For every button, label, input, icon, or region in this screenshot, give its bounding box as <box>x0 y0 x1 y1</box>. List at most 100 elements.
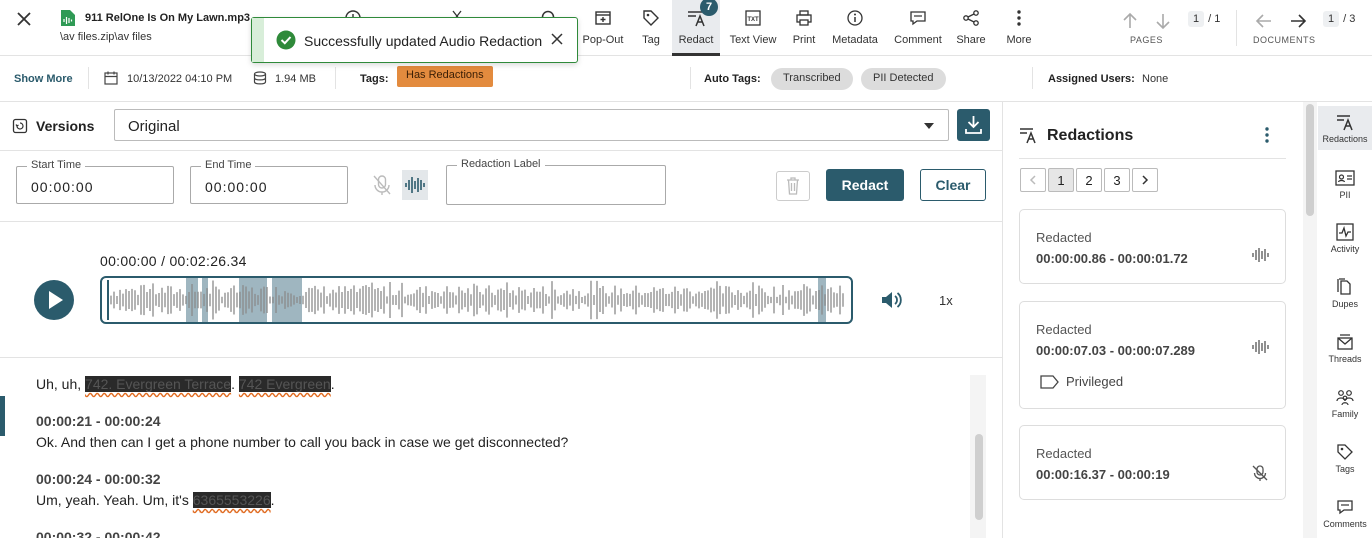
comment-button[interactable]: Comment <box>891 6 945 52</box>
chevron-right-icon <box>1142 175 1149 185</box>
start-time-field[interactable]: Start Time 00:00:00 <box>16 159 174 204</box>
popout-button[interactable]: Pop-Out <box>581 6 625 52</box>
sidebar-item-label: Comments <box>1323 519 1367 529</box>
playback-speed[interactable]: 1x <box>939 293 953 308</box>
sidebar-item-dupes[interactable]: Dupes <box>1318 275 1372 309</box>
redact-icon <box>1019 125 1037 145</box>
redact-submit-button[interactable]: Redact <box>826 169 904 201</box>
page-current[interactable]: 1 <box>1188 11 1205 27</box>
metadata-button[interactable]: Metadata <box>829 6 881 52</box>
transcript-timestamp[interactable]: 00:00:32 - 00:00:42 <box>36 529 161 538</box>
audio-wave-icon <box>1251 338 1269 356</box>
end-time-field[interactable]: End Time 00:00:00 <box>190 159 348 204</box>
sidebar-item-pii[interactable]: PII <box>1318 166 1372 200</box>
page-total: / 1 <box>1208 13 1221 25</box>
page-counter: 1 / 1 <box>1188 11 1220 27</box>
delete-button[interactable] <box>776 171 810 201</box>
svg-text:TXT: TXT <box>747 17 759 23</box>
version-select[interactable]: Original <box>114 109 949 141</box>
audio-file-icon <box>60 9 76 27</box>
page-prev-icon[interactable] <box>1119 10 1141 32</box>
text-view-button[interactable]: TXT Text View <box>726 6 780 52</box>
redact-button[interactable]: Redact 7 <box>672 0 720 56</box>
redaction-card-title: Redacted <box>1036 446 1092 461</box>
sidebar-item-comments[interactable]: Comments <box>1318 495 1372 529</box>
mail-thread-icon <box>1336 330 1354 354</box>
label-tag-icon <box>1040 374 1059 389</box>
document-prev-icon[interactable] <box>1253 10 1275 32</box>
redaction-card-title: Redacted <box>1036 230 1092 245</box>
pagination-page[interactable]: 2 <box>1076 168 1102 192</box>
versions-icon <box>12 118 28 134</box>
sidebar-item-family[interactable]: Family <box>1318 385 1372 419</box>
volume-icon[interactable] <box>880 289 904 311</box>
transcript: Uh, uh, 742. Evergreen Terrace. 742 Ever… <box>0 358 1002 538</box>
show-more-link[interactable]: Show More <box>14 73 73 85</box>
share-button[interactable]: Share <box>954 6 988 52</box>
redacted-text[interactable]: 6365553226 <box>192 492 271 508</box>
sidebar-item-label: Redactions <box>1322 134 1368 144</box>
toast-message: Successfully updated Audio Redaction <box>304 33 543 49</box>
download-button[interactable] <box>957 109 990 141</box>
divider <box>335 67 336 89</box>
redaction-card[interactable]: Redacted 00:00:00.86 - 00:00:01.72 <box>1019 209 1286 284</box>
transcript-scrollbar-thumb[interactable] <box>975 434 983 520</box>
page-next-icon[interactable] <box>1152 10 1174 32</box>
file-name: 911 RelOne Is On My Lawn.mp3 <box>85 12 251 24</box>
transcript-timestamp[interactable]: 00:00:24 - 00:00:32 <box>36 471 161 487</box>
sidebar-item-label: Dupes <box>1331 299 1358 309</box>
redacted-text[interactable]: 742. Evergreen Terrace <box>85 376 232 392</box>
audio-wave-icon <box>405 177 425 193</box>
sidebar-item-tags[interactable]: Tags <box>1318 440 1372 474</box>
transcript-timestamp[interactable]: 00:00:21 - 00:00:24 <box>36 413 161 429</box>
redaction-card-range: 00:00:07.03 - 00:00:07.289 <box>1036 343 1196 358</box>
sidebar-item-activity[interactable]: Activity <box>1318 220 1372 254</box>
transcript-text: . <box>270 492 275 508</box>
pagination-next[interactable] <box>1132 168 1158 192</box>
pagination-page[interactable]: 1 <box>1048 168 1074 192</box>
sidebar-item-threads[interactable]: Threads <box>1318 330 1372 364</box>
print-button[interactable]: Print <box>788 6 820 52</box>
toast-close-icon[interactable] <box>549 31 565 47</box>
document-counter: 1 / 3 <box>1323 11 1355 27</box>
file-size: 1.94 MB <box>275 73 316 85</box>
close-icon[interactable] <box>14 9 34 29</box>
tone-redaction-toggle[interactable] <box>402 170 428 200</box>
pagination-prev[interactable] <box>1020 168 1046 192</box>
clear-button[interactable]: Clear <box>920 169 986 201</box>
sidebar-item-label: Family <box>1331 409 1359 419</box>
popout-label: Pop-Out <box>582 34 624 46</box>
tag-badge[interactable]: Has Redactions <box>397 66 493 87</box>
expand-panel-tab[interactable] <box>0 396 5 436</box>
more-button[interactable]: More <box>1002 6 1036 52</box>
play-icon <box>49 291 63 309</box>
pagination-page[interactable]: 3 <box>1104 168 1130 192</box>
panel-scrollbar-thumb[interactable] <box>1306 104 1314 216</box>
text-view-icon: TXT <box>744 6 762 30</box>
redacted-text[interactable]: 742 Evergreen <box>238 376 331 392</box>
transcript-text: . <box>330 376 335 392</box>
kebab-icon[interactable] <box>1260 126 1274 144</box>
success-toast: Successfully updated Audio Redaction <box>251 17 578 63</box>
print-icon <box>795 6 813 30</box>
auto-tag-pill[interactable]: Transcribed <box>771 68 853 90</box>
transcript-line: Uh, uh, 742. Evergreen Terrace. 742 Ever… <box>36 376 335 392</box>
mic-off-icon <box>1251 464 1269 482</box>
document-next-icon[interactable] <box>1287 10 1309 32</box>
waveform[interactable] <box>100 276 853 324</box>
toast-accent-bar <box>252 18 264 62</box>
sidebar-item-redactions[interactable]: Redactions <box>1318 106 1372 150</box>
auto-tag-pill[interactable]: PII Detected <box>861 68 946 90</box>
play-button[interactable] <box>34 280 74 320</box>
document-current[interactable]: 1 <box>1323 11 1340 27</box>
tag-button[interactable]: Tag <box>634 6 668 52</box>
assigned-users-value: None <box>1142 73 1169 85</box>
print-label: Print <box>792 34 816 46</box>
start-time-value: 00:00:00 <box>31 179 94 195</box>
metadata-label: Metadata <box>832 34 878 46</box>
redaction-label-field[interactable]: Redaction Label <box>446 158 666 205</box>
mute-redaction-toggle[interactable] <box>369 170 395 200</box>
redaction-card[interactable]: Redacted 00:00:16.37 - 00:00:19 <box>1019 425 1286 500</box>
chevron-down-icon <box>924 123 934 129</box>
redaction-card[interactable]: Redacted 00:00:07.03 - 00:00:07.289 Priv… <box>1019 301 1286 409</box>
